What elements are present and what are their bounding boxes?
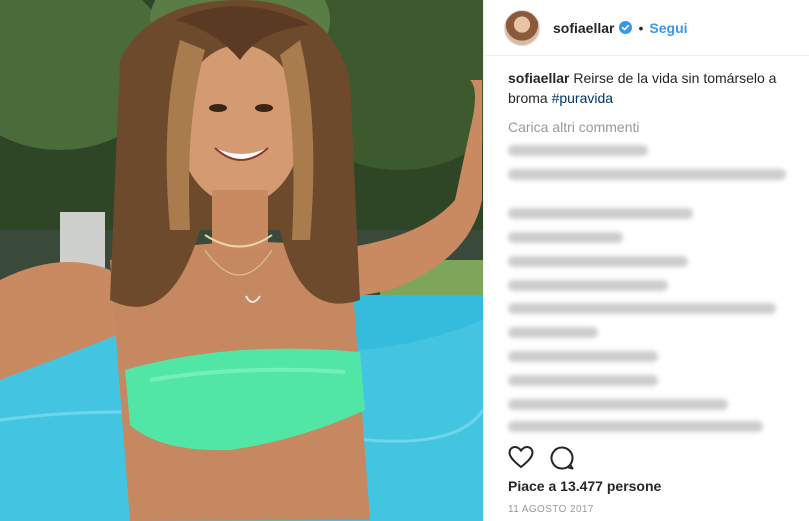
caption-username[interactable]: sofiaellar [508,70,569,86]
load-more-comments-button[interactable]: Carica altri commenti [508,119,785,135]
blurred-comment [508,399,728,410]
post-date[interactable]: 11 AGOSTO 2017 [508,504,594,515]
blurred-comment [508,375,658,386]
blurred-comment [508,256,688,267]
blurred-comments-list [508,139,786,439]
verified-badge-icon [619,21,633,34]
avatar[interactable] [504,9,540,46]
blurred-comment [508,145,648,156]
blurred-comment [508,421,763,432]
follow-button[interactable]: Segui [649,20,687,36]
caption-hashtag[interactable]: #puravida [552,90,614,106]
blurred-comment [508,303,776,314]
photo-illustration [0,0,483,521]
post-caption: sofiaellar Reirse de la vida sin tomárse… [508,68,785,108]
comments-section: sofiaellar Reirse de la vida sin tomárse… [484,56,809,439]
heart-icon[interactable] [508,445,534,471]
post-photo[interactable] [0,0,483,521]
separator-dot: • [638,19,644,36]
blurred-comment [508,169,786,180]
blurred-comment [508,280,668,291]
blurred-comment [508,208,693,219]
blurred-comment [508,351,658,362]
comment-icon[interactable] [549,445,575,471]
blurred-comment [508,327,598,338]
blurred-comment [508,232,623,243]
likes-count[interactable]: Piace a 13.477 persone [508,478,661,494]
post-header: sofiaellar • Segui [484,0,809,56]
username-link[interactable]: sofiaellar [553,20,614,36]
post-side-panel: sofiaellar • Segui sofiaellar Reirse de … [483,0,809,521]
instagram-post: sofiaellar • Segui sofiaellar Reirse de … [0,0,809,521]
post-actions [508,445,575,471]
